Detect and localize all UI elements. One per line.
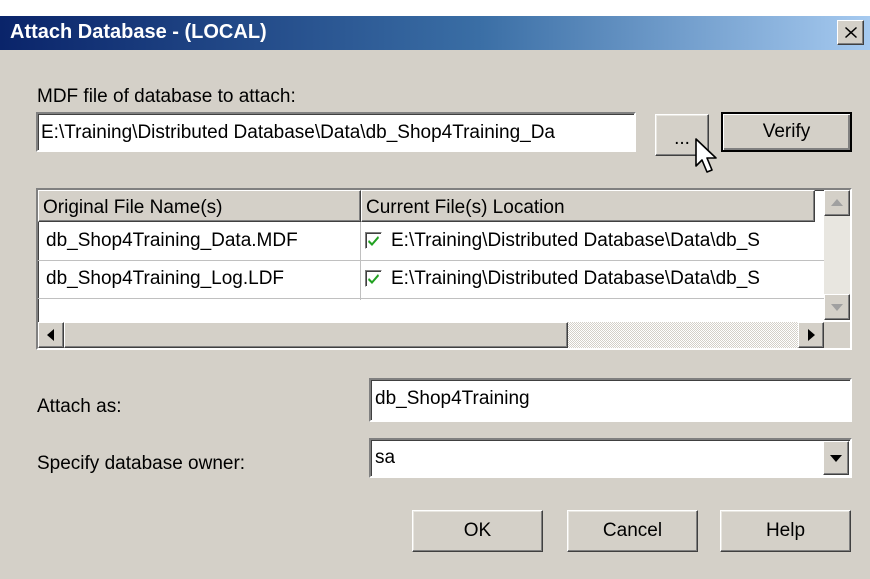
owner-dropdown-button[interactable] [823,441,849,475]
include-file-checkbox[interactable] [365,232,382,249]
attach-as-input[interactable]: db_Shop4Training [369,378,852,422]
checkmark-icon [368,236,379,246]
arrow-up-icon [831,199,843,206]
scroll-right-button[interactable] [798,322,824,348]
ok-button[interactable]: OK [412,510,543,552]
dialog-title: Attach Database - (LOCAL) [10,21,267,43]
mdf-file-value: E:\Training\Distributed Database\Data\db… [41,122,556,143]
file-name-cell[interactable]: db_Shop4Training_Log.LDF [46,268,356,290]
chevron-down-icon [830,455,842,462]
owner-label: Specify database owner: [37,453,246,474]
help-button[interactable]: Help [720,510,851,552]
column-header-current-location[interactable]: Current File(s) Location [361,190,815,222]
vertical-scrollbar[interactable] [824,190,850,320]
arrow-left-icon [47,329,54,341]
arrow-down-icon [831,304,843,311]
column-header-label: Current File(s) Location [366,197,565,218]
attach-as-value: db_Shop4Training [375,388,530,409]
close-icon [845,27,857,38]
scroll-thumb[interactable] [64,322,568,348]
verify-button-label: Verify [762,121,811,142]
checkmark-icon [368,274,379,284]
close-button[interactable] [837,20,864,45]
attach-database-dialog: Attach Database - (LOCAL) MDF file of da… [0,0,870,579]
column-header-label: Original File Name(s) [43,197,223,218]
scroll-down-button[interactable] [824,294,850,320]
verify-button[interactable]: Verify [721,112,852,152]
mouse-pointer-icon [695,138,717,173]
mdf-file-input[interactable]: E:\Training\Distributed Database\Data\db… [36,112,636,152]
cancel-button-label: Cancel [602,520,663,541]
help-button-label: Help [765,520,806,541]
mdf-file-label: MDF file of database to attach: [37,86,296,107]
arrow-right-icon [808,329,815,341]
title-bar[interactable]: Attach Database - (LOCAL) [0,16,870,50]
column-divider [360,222,361,300]
owner-select[interactable]: sa [369,438,852,478]
scrollbar-corner [824,322,850,348]
owner-value: sa [375,447,396,468]
horizontal-scrollbar[interactable] [38,322,824,348]
scroll-left-button[interactable] [38,322,64,348]
row-divider [38,298,824,299]
scroll-up-button[interactable] [824,190,850,216]
include-file-checkbox[interactable] [365,270,382,287]
file-list[interactable]: Original File Name(s) Current File(s) Lo… [36,188,852,350]
cancel-button[interactable]: Cancel [567,510,698,552]
file-location-cell[interactable]: E:\Training\Distributed Database\Data\db… [391,268,816,290]
dialog-body: MDF file of database to attach: E:\Train… [0,50,870,579]
column-header-original-file[interactable]: Original File Name(s) [38,190,361,222]
row-divider [38,260,824,261]
file-name-cell[interactable]: db_Shop4Training_Data.MDF [46,230,356,252]
file-location-cell[interactable]: E:\Training\Distributed Database\Data\db… [391,230,816,252]
attach-as-label: Attach as: [37,396,122,417]
ok-button-label: OK [463,520,492,541]
